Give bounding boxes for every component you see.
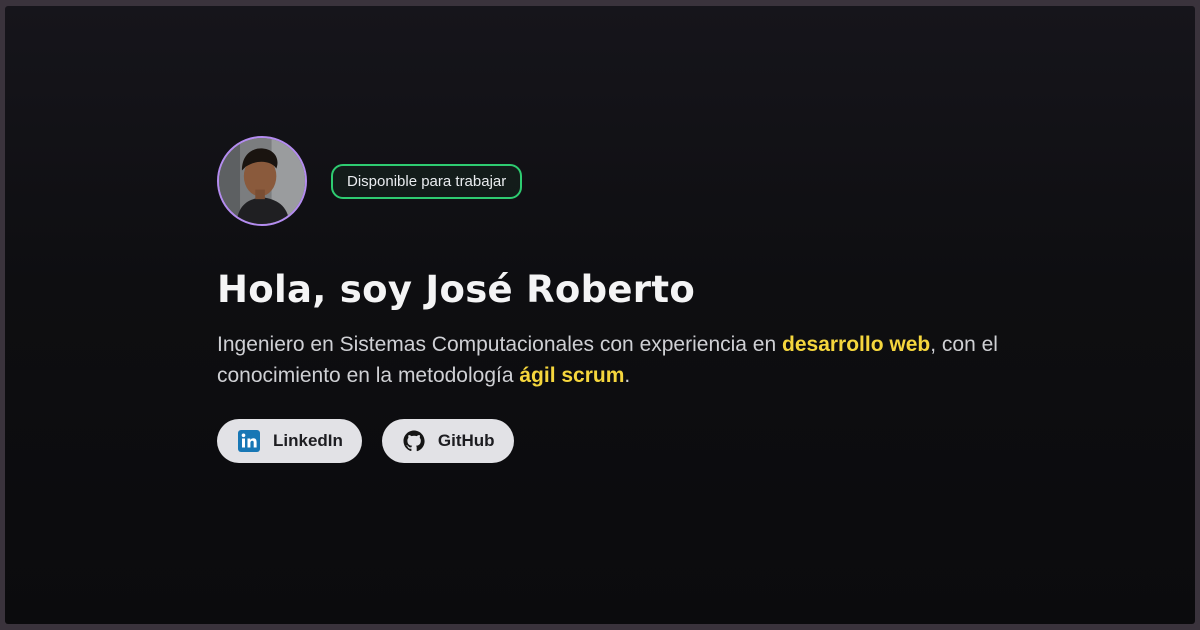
- page-frame: Disponible para trabajar Hola, soy José …: [5, 6, 1195, 624]
- github-button[interactable]: GitHub: [381, 419, 514, 463]
- hero-section: Disponible para trabajar Hola, soy José …: [217, 136, 1037, 463]
- avatar-photo: [219, 138, 305, 224]
- avatar: [217, 136, 307, 226]
- linkedin-button[interactable]: LinkedIn: [217, 419, 362, 463]
- description-text: .: [624, 364, 631, 387]
- description-text: Ingeniero en Sistemas Computacionales co…: [217, 333, 783, 356]
- linkedin-button-label: LinkedIn: [273, 431, 343, 450]
- github-button-label: GitHub: [437, 431, 495, 450]
- github-icon: [402, 429, 426, 453]
- highlight-web-development: desarrollo web: [782, 333, 931, 356]
- hero-top-row: Disponible para trabajar: [217, 136, 1037, 226]
- page-title: Hola, soy José Roberto: [217, 268, 696, 311]
- linkedin-icon: [237, 429, 261, 453]
- hero-description: Ingeniero en Sistemas Computacionales co…: [217, 329, 1017, 391]
- availability-badge: Disponible para trabajar: [331, 163, 523, 199]
- highlight-agile-scrum: ágil scrum: [519, 364, 625, 387]
- social-buttons: LinkedIn GitHub: [217, 419, 1037, 463]
